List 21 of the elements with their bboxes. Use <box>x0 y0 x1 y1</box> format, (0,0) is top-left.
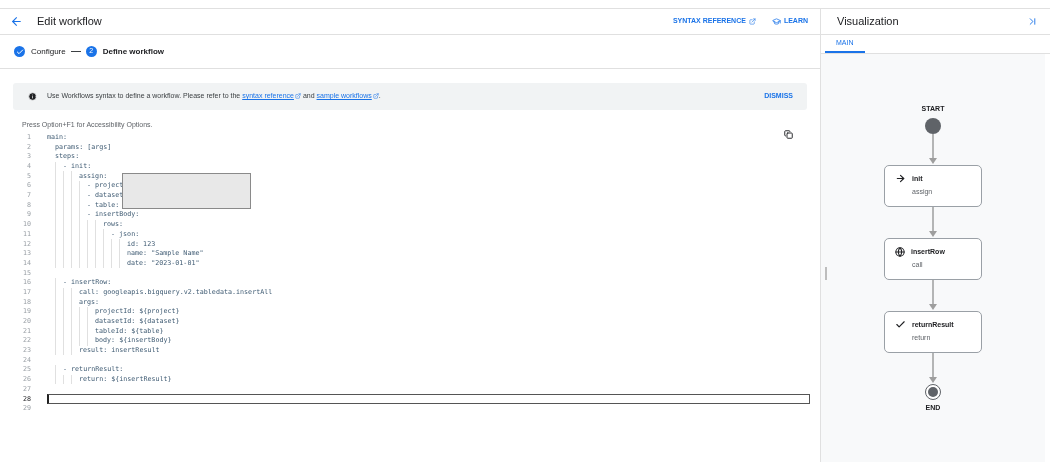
page-title: Edit workflow <box>37 14 102 30</box>
end-node <box>925 383 941 400</box>
resize-handle[interactable] <box>825 267 827 280</box>
graduation-cap-icon <box>771 17 781 26</box>
info-icon <box>28 92 37 101</box>
external-link-icon <box>372 93 379 100</box>
check-circle-icon <box>14 46 25 57</box>
connector-arrow <box>928 133 938 165</box>
connector-arrow <box>928 279 938 311</box>
external-link-icon <box>748 18 756 25</box>
connector-arrow <box>928 206 938 238</box>
external-link-icon <box>294 93 301 100</box>
panel-title: Visualization <box>837 14 899 30</box>
connector-arrow <box>928 352 938 384</box>
stepper-step[interactable]: Configure <box>14 45 66 58</box>
back-button[interactable] <box>10 15 23 28</box>
copy-button[interactable] <box>784 129 793 139</box>
arrow-right-icon <box>895 173 906 185</box>
collapse-panel-button[interactable] <box>1027 16 1038 27</box>
globe-icon <box>895 246 905 257</box>
start-node <box>925 117 941 134</box>
